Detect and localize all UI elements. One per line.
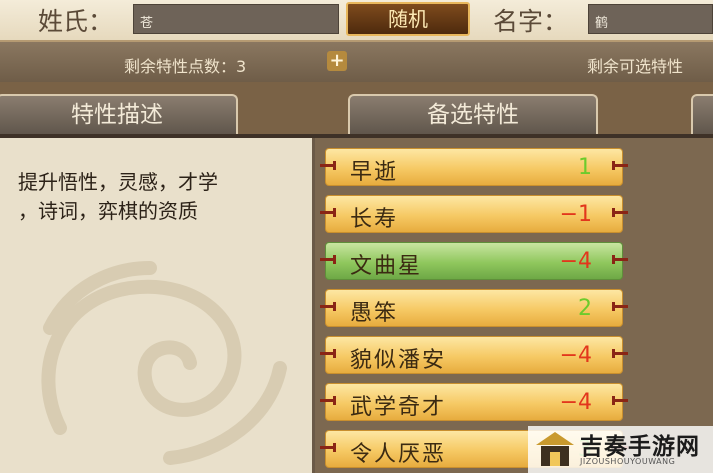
tab-description[interactable]: 特性描述 (0, 94, 238, 136)
pin-icon (612, 349, 628, 358)
trait-cost: −4 (559, 249, 592, 274)
pin-icon (320, 208, 336, 217)
watermark-name: 吉奏手游网 (580, 434, 700, 460)
trait-cost: −4 (559, 390, 592, 415)
pin-icon (320, 396, 336, 405)
pin-icon (612, 208, 628, 217)
random-button[interactable]: 随机 (346, 2, 470, 36)
trait-cost: 1 (578, 155, 592, 180)
tab-candidate-traits[interactable]: 备选特性 (348, 94, 598, 136)
trait-name: 貌似潘安 (350, 348, 447, 373)
trait-name: 早逝 (350, 160, 399, 185)
trait-name: 文曲星 (350, 254, 423, 279)
pin-icon (612, 302, 628, 311)
trait-description: 提升悟性，灵感，才学 ，诗词，弈棋的资质 (18, 168, 288, 226)
given-name-label: 名字： (493, 7, 569, 36)
tab-partial[interactable] (691, 94, 713, 136)
trait-name: 令人厌恶 (350, 442, 447, 467)
cloud-swirl-icon (41, 261, 287, 465)
trait-name: 长寿 (350, 207, 399, 232)
description-panel: 提升悟性，灵感，才学 ，诗词，弈棋的资质 (0, 138, 315, 473)
pin-icon (320, 443, 336, 452)
pin-icon (320, 255, 336, 264)
pin-icon (612, 396, 628, 405)
trait-cost: −4 (559, 343, 592, 368)
description-line: ，诗词，弈棋的资质 (18, 199, 198, 223)
surname-label: 姓氏： (38, 7, 114, 36)
pin-icon (320, 161, 336, 170)
trait-name: 愚笨 (350, 301, 399, 326)
pin-icon (320, 349, 336, 358)
trait-item[interactable]: 愚笨 2 (320, 289, 628, 327)
trait-item[interactable]: 武学奇才 −4 (320, 383, 628, 421)
description-line: 提升悟性，灵感，才学 (18, 170, 218, 194)
trait-cost: 2 (578, 296, 592, 321)
remaining-selectable-label: 剩余可选特性 (587, 57, 684, 76)
trait-item-selected[interactable]: 文曲星 −4 (320, 242, 628, 280)
given-name-input[interactable]: 鹤 (588, 4, 713, 34)
house-logo-icon (536, 432, 574, 466)
pin-icon (320, 302, 336, 311)
trait-item[interactable]: 早逝 1 (320, 148, 628, 186)
pin-icon (612, 161, 628, 170)
watermark: 吉奏手游网 JIZOUSHOUYOUWANG (528, 426, 713, 473)
pin-icon (612, 255, 628, 264)
trait-name: 武学奇才 (350, 395, 447, 420)
trait-cost: −1 (559, 202, 592, 227)
trait-item[interactable]: 貌似潘安 −4 (320, 336, 628, 374)
remaining-points-label: 剩余特性点数：3 (124, 57, 247, 76)
plus-icon[interactable]: + (327, 51, 347, 71)
surname-input[interactable]: 苍 (133, 4, 339, 34)
trait-item[interactable]: 长寿 −1 (320, 195, 628, 233)
watermark-url: JIZOUSHOUYOUWANG (580, 457, 676, 466)
